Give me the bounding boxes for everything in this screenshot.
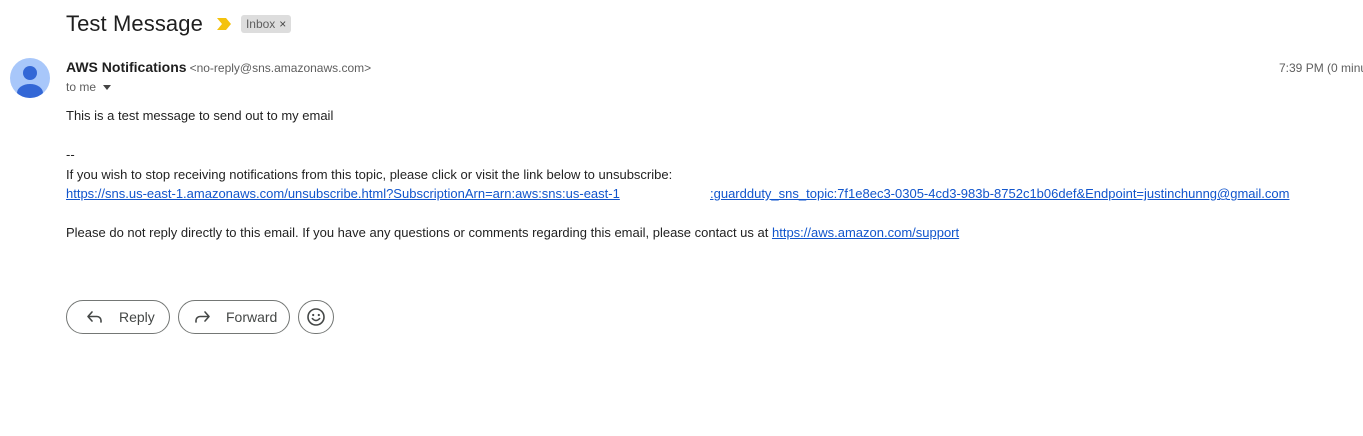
support-link[interactable]: https://aws.amazon.com/support [772, 225, 959, 240]
forward-label: Forward [226, 309, 278, 325]
reply-label: Reply [119, 309, 155, 325]
unsubscribe-link-row-2: :guardduty_sns_topic:7f1e8ec3-0305-4cd3-… [710, 186, 1289, 201]
importance-marker-icon[interactable] [216, 17, 231, 31]
email-subject: Test Message [66, 11, 203, 36]
sender-name[interactable]: AWS Notifications [66, 59, 187, 75]
forward-arrow-icon [193, 309, 211, 325]
sender-email: <no-reply@sns.amazonaws.com> [189, 61, 372, 75]
reply-arrow-icon [86, 309, 104, 325]
sender-avatar[interactable] [10, 58, 50, 98]
recipient-text: to me [66, 80, 97, 94]
no-reply-text: Please do not reply directly to this ema… [66, 225, 772, 240]
no-reply-notice: Please do not reply directly to this ema… [66, 225, 959, 240]
body-line-1: This is a test message to send out to my… [66, 108, 334, 123]
smiley-emoji-icon [306, 307, 326, 327]
person-icon [17, 66, 43, 98]
reply-button[interactable]: Reply [66, 300, 170, 334]
unsubscribe-link-part1[interactable]: https://sns.us-east-1.amazonaws.com/unsu… [66, 186, 620, 201]
add-reaction-button[interactable] [298, 300, 334, 334]
recipient-row: to me [66, 80, 112, 94]
show-details-chevron-down-icon[interactable] [103, 84, 112, 90]
unsubscribe-link-row: https://sns.us-east-1.amazonaws.com/unsu… [66, 186, 620, 201]
message-timestamp: 7:39 PM (0 minu [1279, 61, 1363, 75]
forward-button[interactable]: Forward [178, 300, 290, 334]
remove-label-icon[interactable]: × [279, 17, 286, 31]
subject-row: Test Message Inbox × [66, 9, 292, 39]
email-view: Test Message Inbox × AWS Notifications <… [0, 0, 1363, 436]
sender-row: AWS Notifications <no-reply@sns.amazonaw… [66, 59, 371, 75]
unsubscribe-intro: If you wish to stop receiving notificati… [66, 167, 673, 182]
label-chip-text: Inbox [245, 16, 276, 31]
unsubscribe-link-part2[interactable]: :guardduty_sns_topic:7f1e8ec3-0305-4cd3-… [710, 186, 1289, 201]
inbox-label-chip: Inbox × [240, 15, 292, 33]
signature-separator: -- [66, 147, 75, 162]
